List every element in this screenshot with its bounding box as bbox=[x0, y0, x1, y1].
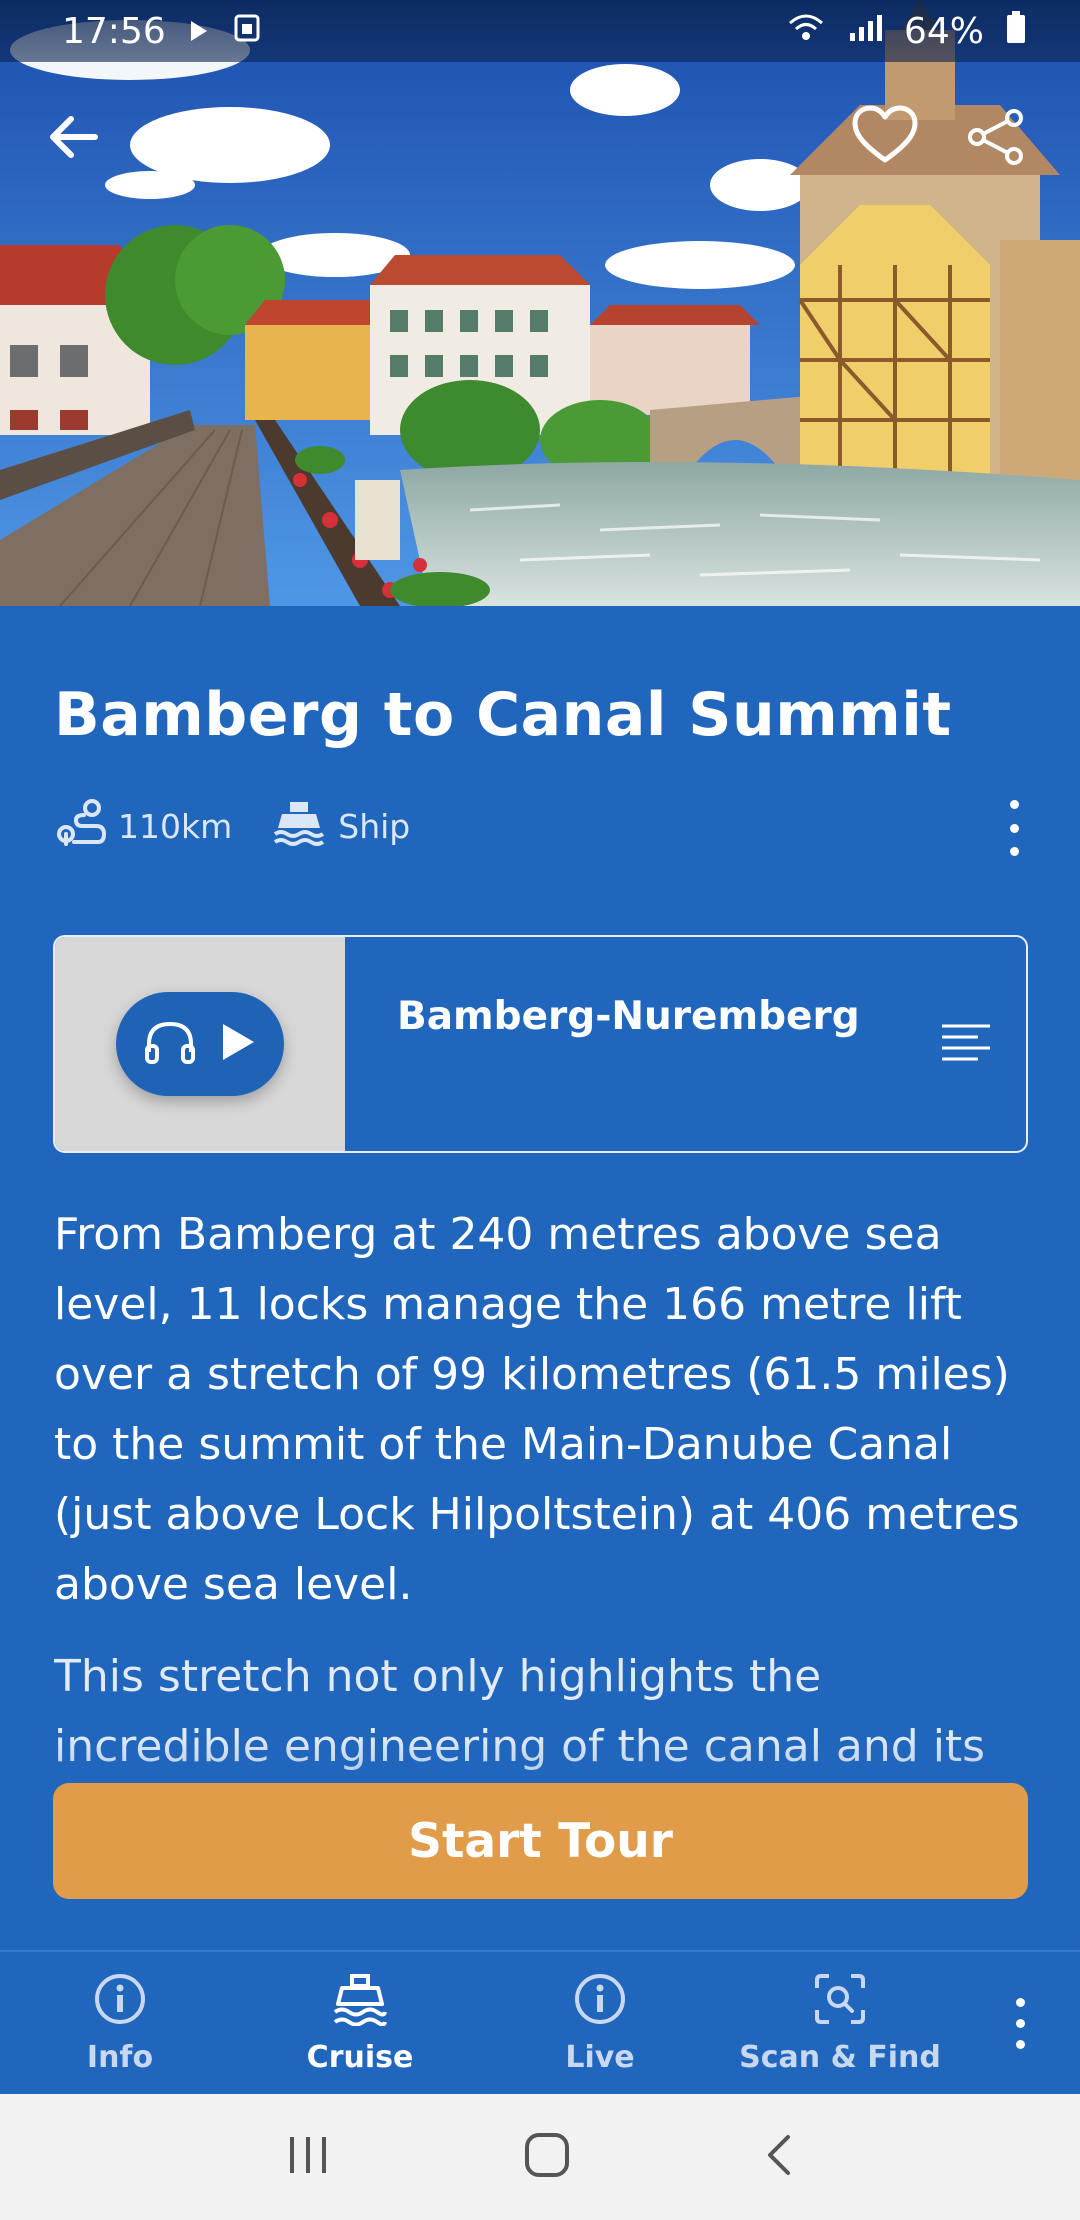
nav-item-label: Scan & Find bbox=[739, 2039, 941, 2075]
track-list-button[interactable] bbox=[906, 937, 1026, 1151]
headphones-icon bbox=[143, 1018, 197, 1070]
favorite-button[interactable] bbox=[840, 90, 930, 180]
back-nav-button[interactable] bbox=[764, 2133, 794, 2181]
hero-image bbox=[0, 0, 1080, 606]
distance-value: 110km bbox=[118, 806, 233, 846]
sim-icon bbox=[232, 11, 262, 52]
description-paragraph: From Bamberg at 240 metres above sea lev… bbox=[54, 1209, 1020, 1610]
share-button[interactable] bbox=[952, 92, 1042, 182]
list-icon bbox=[940, 1022, 992, 1066]
wifi-icon bbox=[786, 11, 826, 52]
battery-icon bbox=[1006, 10, 1026, 53]
nav-item-label: Cruise bbox=[306, 2039, 414, 2075]
home-button[interactable] bbox=[523, 2131, 571, 2183]
ship-icon bbox=[272, 798, 326, 854]
dot bbox=[1009, 823, 1019, 833]
status-time: 17:56 bbox=[62, 10, 166, 52]
arrow-left-icon bbox=[47, 113, 99, 161]
audio-track-title: Bamberg-Nuremberg bbox=[397, 994, 860, 1039]
info-icon bbox=[93, 1972, 147, 2034]
tour-description: From Bamberg at 240 metres above sea lev… bbox=[54, 1200, 1034, 1874]
more-options-button[interactable] bbox=[994, 800, 1034, 856]
nav-more-button[interactable] bbox=[960, 1952, 1080, 2094]
play-audio-button[interactable] bbox=[116, 992, 284, 1096]
start-tour-button[interactable]: Start Tour bbox=[53, 1783, 1028, 1899]
ship-icon bbox=[332, 1972, 388, 2034]
nav-item-info[interactable]: Info bbox=[0, 1952, 240, 2094]
scan-icon bbox=[813, 1972, 867, 2034]
status-right: 64% bbox=[786, 10, 1026, 53]
share-icon bbox=[967, 109, 1027, 165]
transport-info: Ship bbox=[272, 798, 410, 854]
status-bar: 17:56 64% bbox=[0, 0, 1080, 62]
nav-item-label: Info bbox=[86, 2039, 154, 2075]
bottom-navigation: Info Cruise Live Scan & Find bbox=[0, 1950, 1080, 2094]
battery-percent: 64% bbox=[903, 10, 984, 52]
audio-thumb bbox=[55, 937, 345, 1151]
route-icon bbox=[54, 798, 107, 854]
dot bbox=[1009, 847, 1019, 856]
tour-meta: 110km Ship bbox=[54, 798, 410, 854]
more-vert-icon bbox=[1015, 1997, 1025, 2049]
signal-icon bbox=[848, 11, 882, 52]
nav-item-label: Live bbox=[565, 2039, 635, 2075]
audio-player-card: Bamberg-Nuremberg bbox=[53, 935, 1028, 1153]
recent-apps-button[interactable] bbox=[286, 2135, 330, 2179]
play-icon bbox=[188, 11, 210, 52]
heart-icon bbox=[851, 105, 919, 165]
nav-item-live[interactable]: Live bbox=[480, 1952, 720, 2094]
status-left: 17:56 bbox=[62, 11, 262, 52]
info-icon bbox=[573, 1972, 627, 2034]
play-icon bbox=[219, 1021, 257, 1067]
nav-item-scan-find[interactable]: Scan & Find bbox=[720, 1952, 960, 2094]
system-navigation-bar bbox=[0, 2094, 1080, 2220]
dot bbox=[1009, 800, 1019, 809]
tour-title: Bamberg to Canal Summit bbox=[54, 680, 952, 750]
transport-value: Ship bbox=[338, 806, 411, 846]
distance-info: 110km bbox=[54, 798, 232, 854]
back-button[interactable] bbox=[28, 92, 118, 182]
nav-item-cruise[interactable]: Cruise bbox=[240, 1952, 480, 2094]
